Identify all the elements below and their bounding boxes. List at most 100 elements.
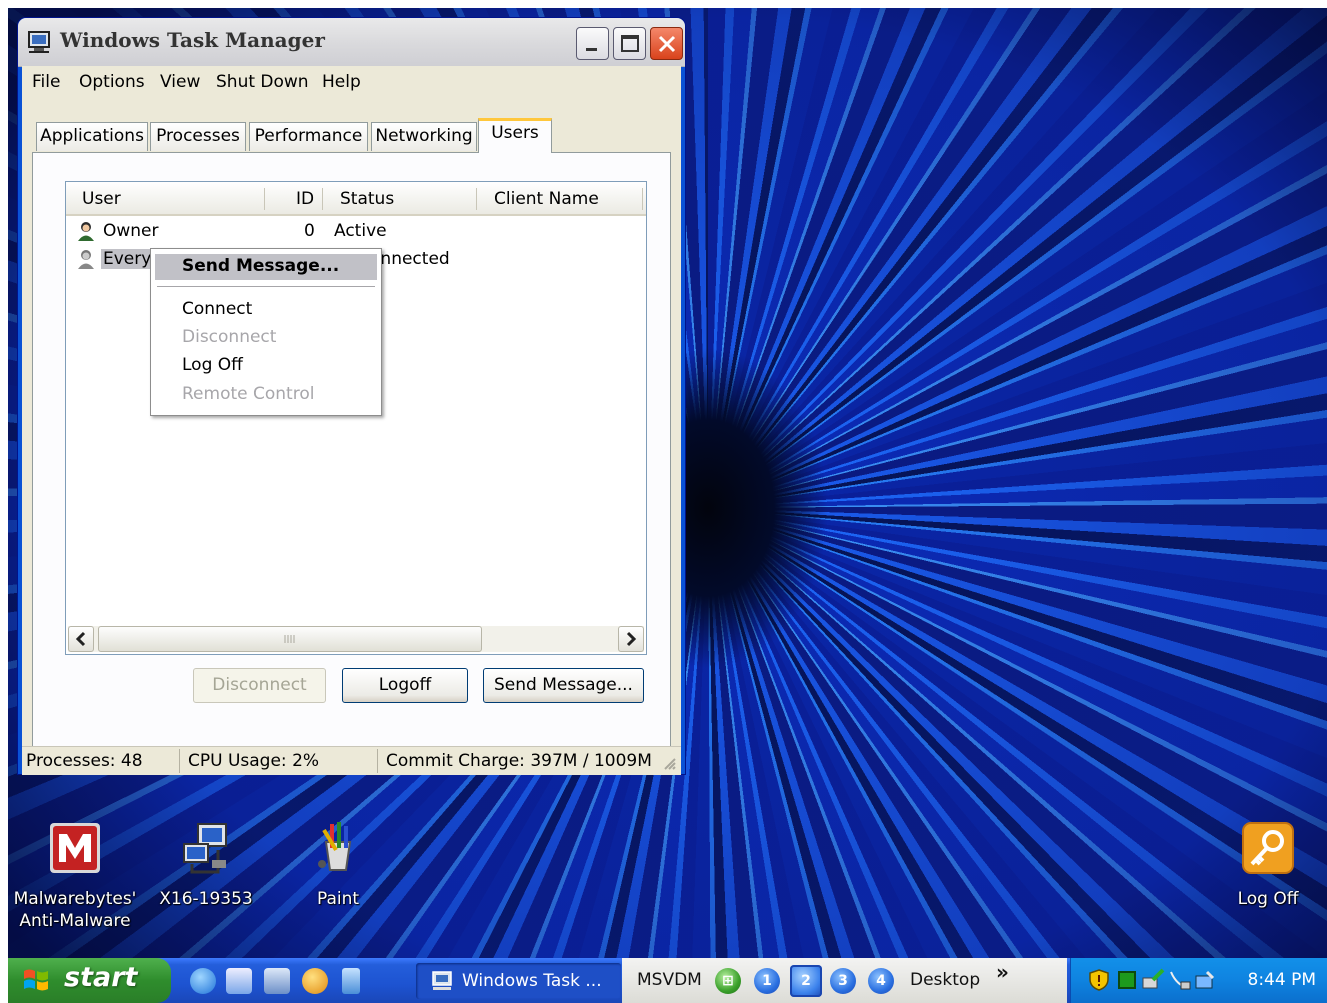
list-header: User ID Status Client Name [66, 182, 646, 216]
menu-item-disconnect[interactable]: Disconnect [155, 325, 377, 351]
tab-performance[interactable]: Performance [249, 122, 368, 151]
outlook-express-icon[interactable] [226, 968, 252, 994]
desktop-icon-x16-19353[interactable]: X16-19353 [136, 820, 276, 910]
clock[interactable]: 8:44 PM [1248, 970, 1317, 990]
paint-icon [318, 822, 352, 871]
disconnect-button[interactable]: Disconnect [193, 668, 326, 703]
tray-app-icon[interactable] [1193, 968, 1217, 992]
column-divider[interactable] [322, 188, 323, 210]
desktop: Windows Task Manager File Options View S… [8, 8, 1327, 958]
scroll-left-button[interactable] [68, 626, 94, 652]
maximize-button[interactable] [613, 27, 646, 60]
send-message-button[interactable]: Send Message... [483, 668, 644, 703]
key-icon [1242, 822, 1294, 874]
msvdm-label: MSVDM [637, 970, 702, 990]
menu-file[interactable]: File [32, 72, 60, 92]
title-bar[interactable]: Windows Task Manager [18, 18, 685, 67]
security-shield-icon[interactable] [1087, 968, 1111, 992]
tab-label: Users [491, 123, 539, 143]
column-divider[interactable] [264, 188, 265, 210]
chevron-left-icon [75, 631, 86, 647]
context-menu: Send Message... Connect Disconnect Log O… [150, 248, 382, 416]
column-header-id[interactable]: ID [296, 189, 314, 209]
network-connection-icon[interactable] [1167, 968, 1191, 992]
grip-icon [284, 635, 295, 643]
media-player-icon[interactable] [302, 968, 328, 994]
desktop-icon-log-off[interactable]: Log Off [1198, 820, 1327, 910]
user-icon [78, 222, 94, 241]
desktop-icon-label: Log Off [1237, 889, 1299, 909]
virtual-desktop-1[interactable]: 1 [754, 968, 780, 994]
tab-networking[interactable]: Networking [371, 122, 477, 151]
taskbar-button-task-manager[interactable]: Windows Task ... [416, 963, 621, 999]
taskbar-button-label: Windows Task ... [462, 971, 602, 991]
cell-status: Active [334, 221, 387, 241]
window-body: File Options View Shut Down Help Applica… [22, 66, 681, 775]
menu-view[interactable]: View [160, 72, 200, 92]
virtual-desktop-3[interactable]: 3 [830, 968, 856, 994]
tab-label: Applications [40, 126, 144, 146]
menu-shut-down[interactable]: Shut Down [216, 72, 309, 92]
menu-bar: File Options View Shut Down Help [22, 66, 681, 96]
malwarebytes-icon [50, 823, 100, 873]
notepad-icon[interactable] [342, 968, 360, 994]
column-divider[interactable] [642, 188, 643, 210]
minimize-button[interactable] [576, 27, 609, 60]
msvdm-toolbar: MSVDM ⊞ 1 2 3 4 Desktop » [622, 958, 1067, 1003]
cell-id: 0 [304, 221, 315, 241]
menu-item-send-message[interactable]: Send Message... [155, 254, 377, 280]
tab-label: Networking [375, 126, 473, 146]
desktop-icon-label: Malwarebytes' Anti-Malware [13, 889, 137, 931]
taskbar: start Windows Task ... MSVDM ⊞ 1 2 3 4 D… [8, 958, 1327, 1003]
desktop-icon-label: Paint [316, 889, 360, 909]
tab-users[interactable]: Users [478, 118, 552, 153]
desktop-icon-paint[interactable]: Paint [268, 820, 408, 910]
menu-help[interactable]: Help [322, 72, 361, 92]
menu-item-remote-control[interactable]: Remote Control [155, 382, 377, 408]
menu-item-connect[interactable]: Connect [155, 297, 377, 323]
scroll-thumb[interactable] [98, 626, 482, 652]
column-header-status[interactable]: Status [340, 189, 394, 209]
menu-options[interactable]: Options [79, 72, 145, 92]
safely-remove-hardware-icon[interactable] [1141, 968, 1165, 992]
resize-grip-icon[interactable] [661, 755, 677, 771]
user-icon [78, 250, 94, 269]
scroll-right-button[interactable] [618, 626, 644, 652]
virtual-desktop-2[interactable]: 2 [790, 965, 822, 997]
status-commit-charge: Commit Charge: 397M / 1009M [386, 751, 652, 771]
desktop-icon-malwarebytes[interactable]: Malwarebytes' Anti-Malware [8, 820, 145, 932]
column-header-user[interactable]: User [82, 189, 121, 209]
chevron-right-icon [626, 631, 637, 647]
button-label: Send Message... [494, 675, 633, 695]
logoff-button[interactable]: Logoff [342, 668, 468, 703]
internet-explorer-icon[interactable] [190, 968, 216, 994]
task-manager-icon [28, 31, 50, 53]
system-tray: 8:44 PM [1070, 958, 1327, 1003]
cell-user: Owner [103, 221, 159, 241]
tab-applications[interactable]: Applications [36, 122, 148, 151]
desktop-toolbar-label[interactable]: Desktop [910, 970, 980, 990]
minimize-icon [586, 48, 597, 51]
horizontal-scrollbar[interactable] [68, 626, 644, 652]
task-manager-icon [432, 971, 452, 990]
button-label: Disconnect [212, 675, 307, 695]
windows-logo-icon [24, 969, 48, 991]
tab-label: Processes [156, 126, 240, 146]
status-bar: Processes: 48 CPU Usage: 2% Commit Charg… [22, 746, 681, 775]
green-status-icon[interactable] [1115, 968, 1139, 992]
chevron-more-icon[interactable]: » [996, 960, 1009, 984]
window-title: Windows Task Manager [60, 28, 325, 52]
column-divider[interactable] [476, 188, 477, 210]
tab-processes[interactable]: Processes [150, 122, 246, 151]
menu-item-log-off[interactable]: Log Off [155, 353, 377, 379]
desktop-overview-icon[interactable]: ⊞ [715, 968, 741, 994]
tab-label: Performance [254, 126, 363, 146]
virtual-desktop-4[interactable]: 4 [868, 968, 894, 994]
table-row[interactable]: Owner 0 Active [66, 218, 646, 244]
maximize-icon [621, 35, 639, 52]
status-processes: Processes: 48 [22, 749, 180, 773]
show-desktop-icon[interactable] [264, 968, 290, 994]
column-header-client-name[interactable]: Client Name [494, 189, 599, 209]
close-button[interactable] [650, 27, 683, 60]
start-button[interactable]: start [8, 958, 171, 1003]
